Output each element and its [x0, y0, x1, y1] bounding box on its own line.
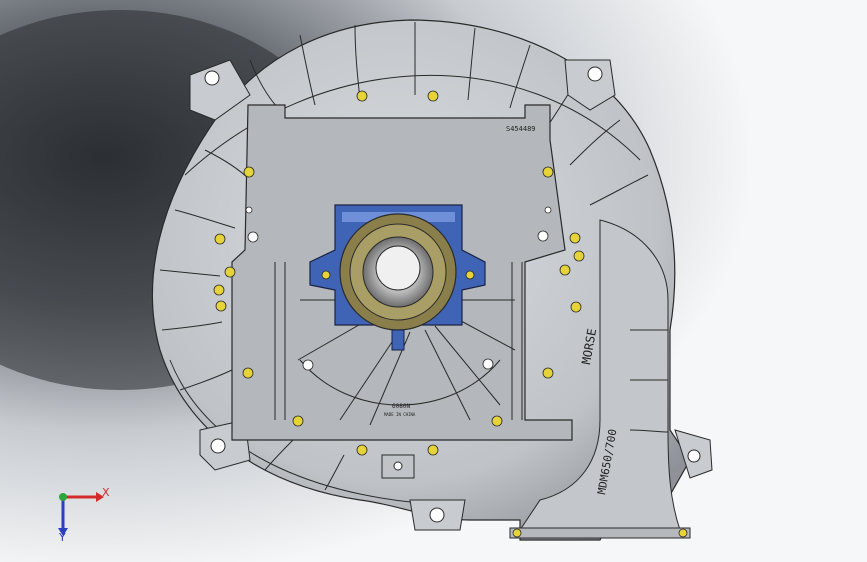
center-mark-label: 6080N: [392, 403, 410, 410]
triad-y-label: Y: [58, 531, 66, 544]
model-canvas[interactable]: S454489 6080N MADE IN CHINA MORSE MDM650…: [0, 0, 867, 562]
center-mark-subtext: MADE IN CHINA: [384, 412, 416, 417]
part-number-label: S454489: [506, 125, 536, 133]
lower-foot-hole: [393, 461, 403, 471]
flange-bolt: [512, 528, 522, 538]
flange-bolt: [678, 528, 688, 538]
outlet-flange: [509, 527, 691, 539]
hub-shaft: [375, 245, 421, 291]
drain-tab: [391, 329, 405, 351]
cad-viewport[interactable]: S454489 6080N MADE IN CHINA MORSE MDM650…: [0, 0, 867, 562]
triad-x-label: X: [102, 486, 110, 499]
triad-origin: [59, 493, 67, 501]
